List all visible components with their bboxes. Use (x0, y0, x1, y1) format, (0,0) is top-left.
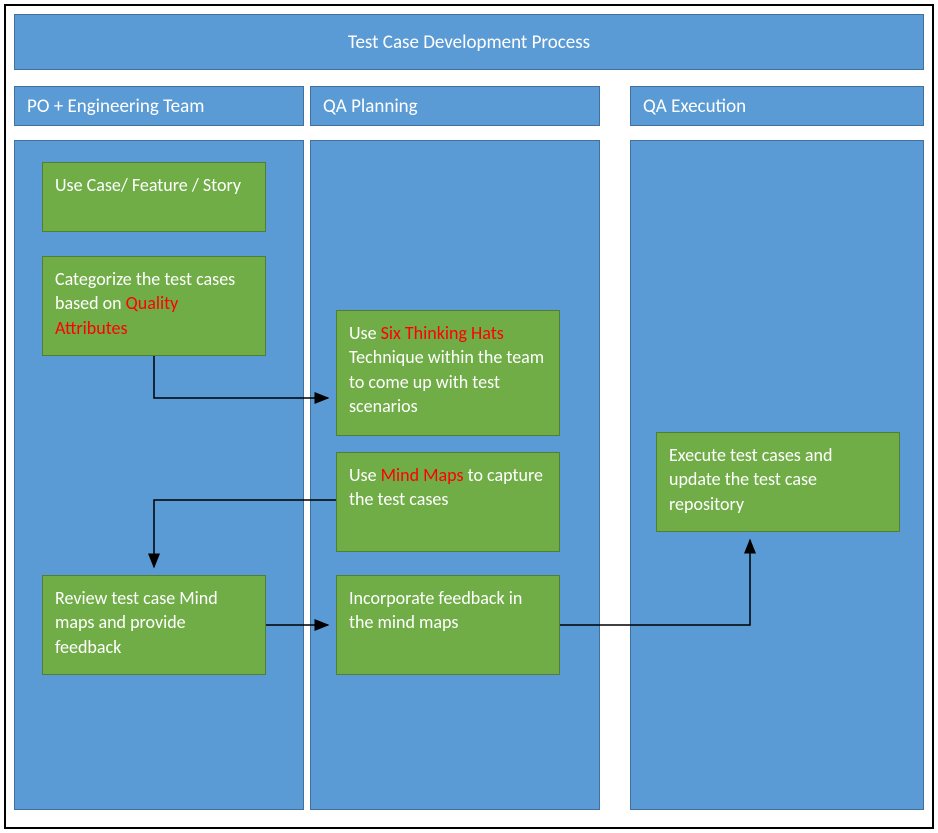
review-text: Review test case Mind maps and provide f… (55, 587, 218, 658)
box-review: Review test case Mind maps and provide f… (42, 575, 266, 675)
mindmaps-pre: Use (349, 464, 381, 486)
usecase-text: Use Case/ Feature / Story (55, 174, 241, 196)
box-six-hats: Use Six Thinking Hats Technique within t… (336, 310, 560, 436)
box-categorize: Categorize the test cases based on Quali… (42, 256, 266, 356)
sixhats-post: Technique within the team to come up wit… (349, 346, 544, 417)
box-execute: Execute test cases and update the test c… (656, 432, 900, 532)
column-body-po-engineering (14, 140, 304, 810)
diagram-title: Test Case Development Process (14, 14, 924, 70)
mindmaps-red: Mind Maps (381, 464, 464, 486)
col2-header-text: QA Planning (323, 95, 418, 118)
execute-text: Execute test cases and update the test c… (669, 444, 832, 515)
sixhats-red: Six Thinking Hats (381, 322, 504, 344)
box-mind-maps: Use Mind Maps to capture the test cases (336, 452, 560, 552)
column-header-qa-planning: QA Planning (310, 86, 600, 126)
col3-header-text: QA Execution (643, 95, 746, 118)
box-incorporate: Incorporate feedback in the mind maps (336, 575, 560, 675)
title-text: Test Case Development Process (348, 31, 590, 54)
col1-header-text: PO + Engineering Team (27, 95, 204, 118)
sixhats-pre: Use (349, 322, 381, 344)
column-header-qa-execution: QA Execution (630, 86, 924, 126)
column-header-po-engineering: PO + Engineering Team (14, 86, 304, 126)
incorporate-text: Incorporate feedback in the mind maps (349, 587, 522, 633)
box-use-case: Use Case/ Feature / Story (42, 162, 266, 232)
